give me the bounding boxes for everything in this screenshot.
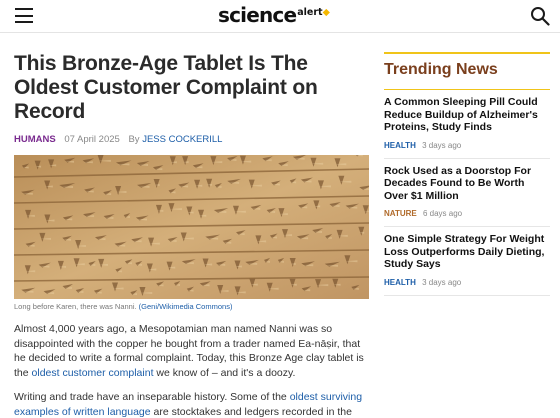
logo-alert-text: alert◆ bbox=[297, 7, 330, 18]
trending-time: 6 days ago bbox=[422, 209, 463, 218]
search-icon[interactable] bbox=[530, 6, 550, 26]
trending-meta: HEALTH 3 days ago bbox=[384, 141, 550, 150]
logo-main-text: science bbox=[218, 3, 297, 27]
trending-tag[interactable]: HEALTH bbox=[384, 278, 416, 287]
hamburger-menu-icon[interactable] bbox=[15, 8, 33, 23]
image-credit-link[interactable]: (Geni/Wikimedia Commons) bbox=[139, 302, 233, 311]
trending-title: Trending News bbox=[384, 61, 498, 78]
trending-headline[interactable]: One Simple Strategy For Weight Loss Outp… bbox=[384, 233, 550, 271]
trending-tag[interactable]: NATURE bbox=[384, 209, 417, 218]
trending-tag[interactable]: HEALTH bbox=[384, 141, 416, 150]
site-logo[interactable]: sciencealert◆ bbox=[218, 3, 330, 27]
trending-meta: HEALTH 3 days ago bbox=[384, 278, 550, 287]
author-link[interactable]: JESS COCKERILL bbox=[142, 134, 222, 145]
trending-headline[interactable]: Rock Used as a Doorstop For Decades Foun… bbox=[384, 165, 550, 203]
category-link[interactable]: HUMANS bbox=[14, 134, 56, 145]
trending-item[interactable]: A Common Sleeping Pill Could Reduce Buil… bbox=[384, 90, 550, 159]
trending-headline[interactable]: A Common Sleeping Pill Could Reduce Buil… bbox=[384, 96, 550, 134]
oldest-customer-complaint-link[interactable]: oldest customer complaint bbox=[32, 367, 154, 379]
sidebar-top-rule bbox=[384, 52, 550, 54]
image-caption: Long before Karen, there was Nanni. (Gen… bbox=[14, 302, 369, 312]
article-meta: HUMANS 07 April 2025 By JESS COCKERILL bbox=[14, 134, 369, 146]
trending-time: 3 days ago bbox=[422, 140, 462, 150]
publish-date: 07 April 2025 bbox=[64, 134, 120, 145]
trending-sidebar: Trending News A Common Sleeping Pill Cou… bbox=[384, 52, 550, 296]
caption-text: Long before Karen, there was Nanni. bbox=[14, 302, 137, 311]
byline-prefix: By bbox=[128, 134, 140, 145]
trending-item[interactable]: One Simple Strategy For Weight Loss Outp… bbox=[384, 227, 550, 296]
trending-time: 3 days ago bbox=[422, 277, 462, 287]
site-header: sciencealert◆ bbox=[0, 0, 560, 33]
hero-image-cuneiform-tablet bbox=[14, 155, 369, 299]
article-paragraph-1: Almost 4,000 years ago, a Mesopotamian m… bbox=[14, 323, 364, 379]
trending-meta: NATURE 6 days ago bbox=[384, 209, 550, 218]
tablet-photo bbox=[14, 155, 369, 299]
article-paragraph-2: Writing and trade have an inseparable hi… bbox=[14, 391, 363, 418]
article-main: This Bronze-Age Tablet Is The Oldest Cus… bbox=[14, 52, 369, 418]
article-title: This Bronze-Age Tablet Is The Oldest Cus… bbox=[14, 52, 318, 123]
trending-item[interactable]: Rock Used as a Doorstop For Decades Foun… bbox=[384, 159, 550, 227]
